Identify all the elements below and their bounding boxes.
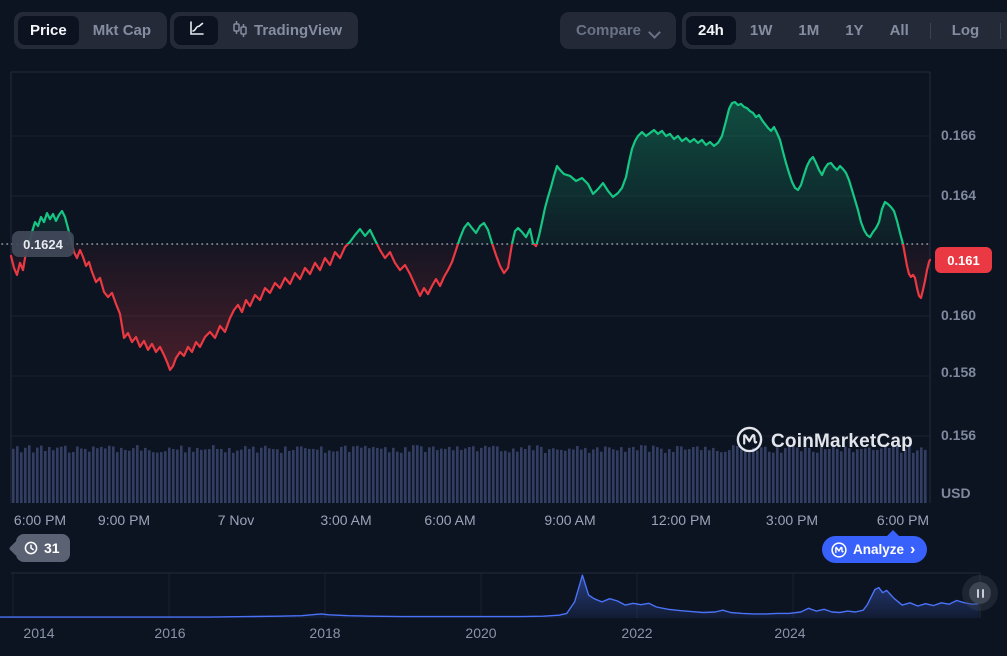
y-axis-label: 0.164 — [941, 187, 1003, 203]
y-axis-label: 0.166 — [941, 127, 1003, 143]
x-axis-label: 9:00 AM — [544, 512, 595, 528]
mini-x-axis-label: 2024 — [774, 625, 805, 641]
mini-timeline-chart[interactable] — [0, 573, 980, 618]
range-1m[interactable]: 1M — [786, 16, 831, 45]
range-selector-group: 24h 1W 1M 1Y All Log — [682, 12, 1007, 49]
x-axis-label: 9:00 PM — [98, 512, 150, 528]
analyze-label: Analyze — [853, 542, 904, 557]
toolbar-divider — [1000, 23, 1001, 39]
x-axis-label: 3:00 AM — [320, 512, 371, 528]
timeline-brush-handle[interactable] — [969, 582, 991, 604]
chevron-down-icon — [650, 26, 660, 36]
history-count: 31 — [44, 540, 60, 556]
y-axis-label: 0.158 — [941, 364, 1003, 380]
line-chart-icon — [188, 20, 205, 41]
range-1y[interactable]: 1Y — [833, 16, 875, 45]
history-badge[interactable]: 31 — [16, 534, 70, 562]
x-axis-label: 7 Nov — [218, 512, 255, 528]
mini-x-axis-label: 2016 — [154, 625, 185, 641]
tradingview-label: TradingView — [254, 22, 342, 39]
range-all[interactable]: All — [878, 16, 921, 45]
compare-label: Compare — [576, 22, 641, 39]
chevron-right-icon: › — [910, 542, 915, 558]
range-1w[interactable]: 1W — [738, 16, 785, 45]
coinmarketcap-logo-icon — [736, 426, 763, 458]
clock-history-icon — [23, 540, 39, 556]
metric-toggle-group: Price Mkt Cap — [14, 12, 167, 49]
baseline-price-badge: 0.1624 — [12, 231, 74, 257]
mini-x-axis-label: 2022 — [621, 625, 652, 641]
mini-x-axis-label: 2018 — [309, 625, 340, 641]
toolbar-divider — [930, 23, 931, 39]
cmc-logo-icon — [831, 542, 847, 558]
x-axis-label: 6:00 PM — [14, 512, 66, 528]
x-axis-label: 3:00 PM — [766, 512, 818, 528]
price-chart-page: Price Mkt Cap Tr — [0, 0, 1007, 656]
x-axis-label: 12:00 PM — [651, 512, 711, 528]
currency-label: USD — [941, 485, 1003, 501]
price-line — [2, 102, 932, 370]
chart-style-group: TradingView — [170, 12, 358, 49]
x-axis-label: 6:00 AM — [424, 512, 475, 528]
x-axis-label: 6:00 PM — [877, 512, 929, 528]
mini-x-axis-label: 2020 — [465, 625, 496, 641]
mini-timeline-line — [0, 575, 979, 617]
y-axis-label: 0.160 — [941, 307, 1003, 323]
log-scale-toggle[interactable]: Log — [940, 16, 992, 45]
y-axis-label: 0.156 — [941, 427, 1003, 443]
candlestick-icon — [232, 20, 248, 42]
price-tab[interactable]: Price — [18, 16, 79, 45]
coinmarketcap-watermark: CoinMarketCap — [736, 426, 913, 458]
current-price-badge: 0.161 — [935, 247, 992, 273]
range-24h[interactable]: 24h — [686, 16, 736, 45]
mkt-cap-tab[interactable]: Mkt Cap — [81, 16, 163, 45]
watermark-text: CoinMarketCap — [771, 431, 913, 453]
line-chart-toggle[interactable] — [174, 16, 218, 45]
tradingview-toggle[interactable]: TradingView — [220, 16, 354, 45]
analyze-button[interactable]: Analyze › — [822, 536, 927, 563]
compare-button[interactable]: Compare — [560, 12, 676, 49]
mini-x-axis-label: 2014 — [23, 625, 54, 641]
